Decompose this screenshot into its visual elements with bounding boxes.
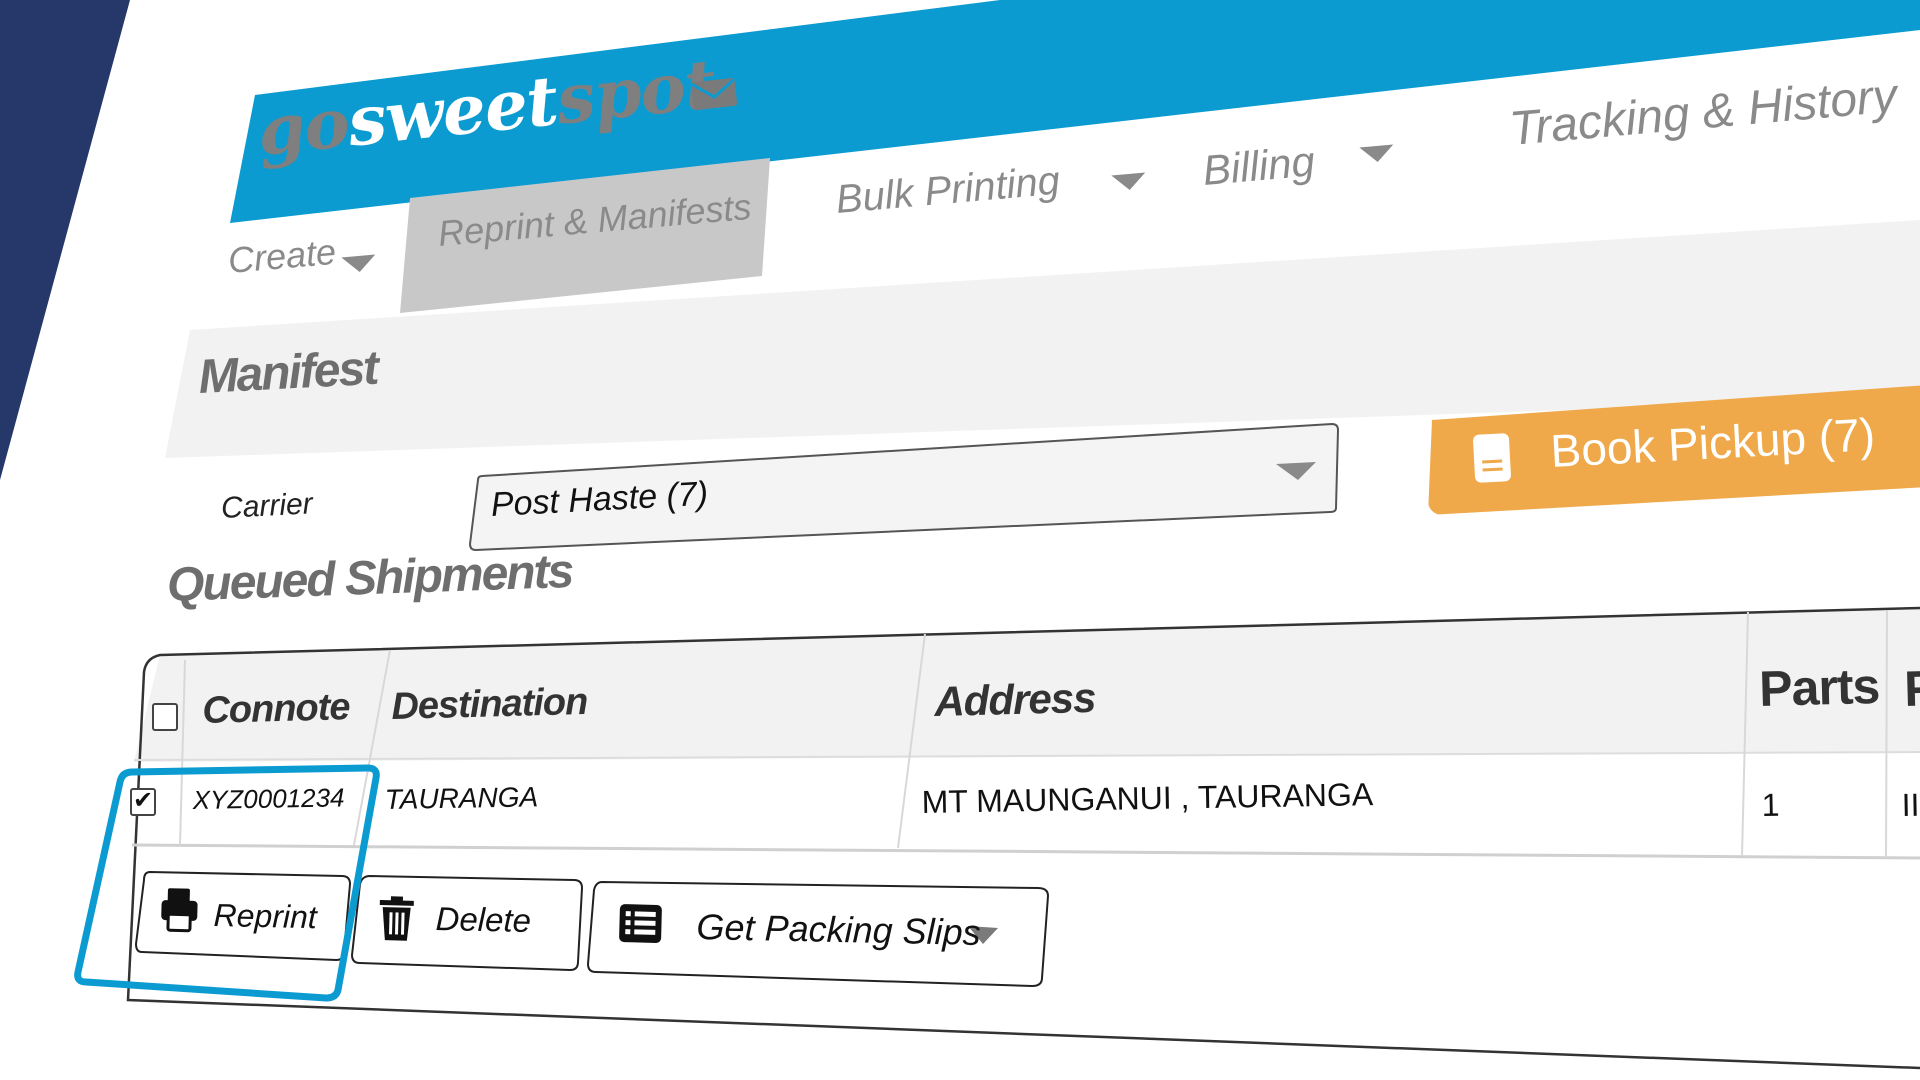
get-packing-slips-button[interactable]: Get Packing Slips	[696, 906, 981, 954]
column-header-connote[interactable]: Connote	[202, 686, 350, 733]
cell-partial: II	[1901, 786, 1920, 824]
cell-address: MT MAUNGANUI , TAURANGA	[921, 776, 1374, 821]
row-checkbox[interactable]: ✔	[130, 787, 156, 816]
list-icon	[619, 904, 662, 943]
cell-connote: XYZ0001234	[192, 782, 345, 816]
cell-parts: 1	[1761, 786, 1780, 824]
reprint-button[interactable]: Reprint	[213, 897, 317, 936]
checkmark-icon: ✔	[133, 787, 154, 814]
column-header-address[interactable]: Address	[934, 674, 1096, 726]
cell-destination: TAURANGA	[384, 781, 539, 816]
column-header-parts[interactable]: Parts	[1758, 657, 1881, 718]
column-header-destination[interactable]: Destination	[391, 681, 588, 729]
column-header-partial[interactable]: F	[1903, 659, 1920, 718]
select-all-checkbox[interactable]	[152, 703, 178, 731]
delete-button[interactable]: Delete	[435, 900, 531, 940]
